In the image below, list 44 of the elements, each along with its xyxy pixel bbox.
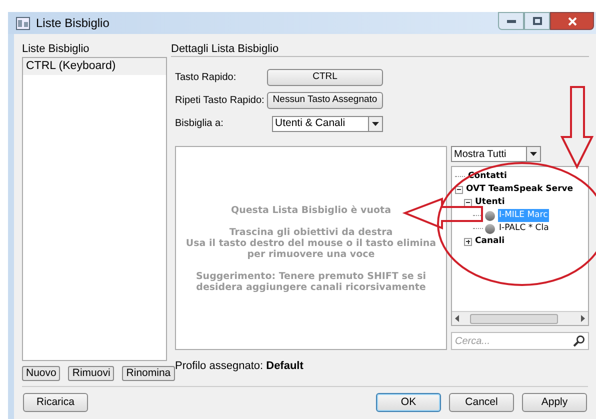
- whisper-target-dropdown[interactable]: Utenti & Canali: [272, 116, 383, 132]
- section-label: Liste Bisbiglio: [22, 42, 90, 55]
- hotkey-button[interactable]: CTRL: [267, 69, 383, 86]
- minimize-button[interactable]: [498, 12, 524, 30]
- tree-item[interactable]: OVT TeamSpeak Serve: [465, 183, 574, 196]
- list-item[interactable]: CTRL (Keyboard): [23, 58, 166, 76]
- button[interactable]: Apply: [522, 393, 587, 412]
- hotkey-button[interactable]: Nessun Tasto Assegnato: [267, 92, 383, 109]
- button[interactable]: Rimuovi: [68, 366, 114, 381]
- window-title: Liste Bisbiglio: [36, 15, 110, 32]
- button[interactable]: Nuovo: [22, 366, 60, 381]
- search-field[interactable]: Cerca...: [451, 332, 589, 350]
- expand-icon[interactable]: [464, 238, 472, 246]
- field-label: Tasto Rapido:: [175, 71, 238, 85]
- tree-item[interactable]: I-PALC * Cla: [498, 222, 550, 235]
- close-button[interactable]: [550, 12, 594, 30]
- field-label: Ripeti Tasto Rapido:: [175, 94, 266, 108]
- horizontal-scrollbar[interactable]: [452, 311, 588, 326]
- field-label: Bisbiglia a:: [175, 117, 224, 131]
- section-label: Dettagli Lista Bisbiglio: [171, 42, 280, 55]
- scrollbar-thumb[interactable]: [470, 314, 558, 324]
- scroll-left-icon[interactable]: [454, 315, 460, 322]
- assigned-profile-text: Profilo assegnato: Default: [175, 359, 304, 374]
- collapse-icon[interactable]: [464, 198, 472, 206]
- filter-dropdown[interactable]: Mostra Tutti: [451, 146, 541, 162]
- empty-list-title: Questa Lista Bisbiglio è vuota: [231, 205, 391, 216]
- close-icon: [568, 16, 576, 26]
- button[interactable]: OK: [376, 393, 441, 412]
- tree-item[interactable]: Contatti: [467, 170, 508, 183]
- app-icon: [16, 16, 30, 30]
- search-icon: [573, 335, 585, 348]
- button[interactable]: Cancel: [449, 393, 514, 412]
- tree-item[interactable]: Canali: [474, 235, 506, 248]
- maximize-button[interactable]: [524, 12, 550, 30]
- dropdown-caret-icon: [530, 152, 537, 156]
- button[interactable]: Rinomina: [122, 366, 175, 381]
- button[interactable]: Ricarica: [23, 393, 88, 412]
- hint-text: Trascina gli obiettivi da destra Usa il tasto destro del mouse o il tasto elimina per rimuovere una voce: [184, 227, 438, 260]
- search-input[interactable]: Cerca...: [455, 334, 573, 349]
- hint-text: Suggerimento: Tenere premuto SHIFT se si desidera aggiungere canali ricorsivamente: [194, 271, 428, 293]
- scroll-right-icon[interactable]: [580, 315, 586, 322]
- dropdown-caret-icon: [372, 122, 379, 126]
- collapse-icon[interactable]: [455, 186, 463, 194]
- tree-item[interactable]: Utenti: [474, 196, 506, 209]
